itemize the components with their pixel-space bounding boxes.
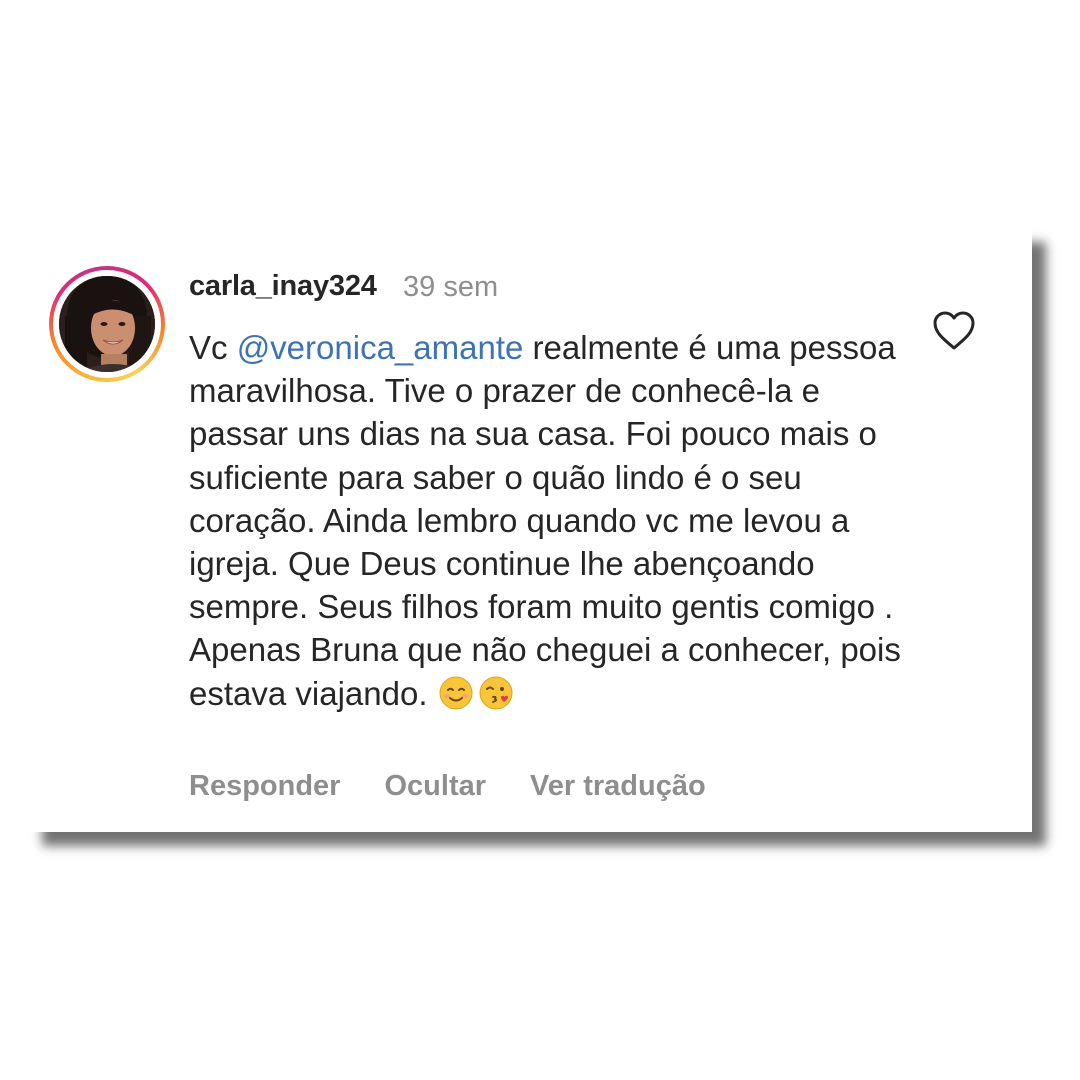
mention-link[interactable]: @veronica_amante (237, 329, 524, 366)
avatar-story-ring[interactable] (49, 266, 165, 382)
comment-text: Vc @veronica_amante realmente é uma pess… (189, 326, 909, 715)
comment-timestamp: 39 sem (403, 271, 499, 303)
heart-outline-icon[interactable] (932, 310, 976, 352)
comment-actions: Responder Ocultar Ver tradução (189, 770, 706, 803)
comment-body: realmente é uma pessoa maravilhosa. Tive… (189, 329, 901, 712)
reply-button[interactable]: Responder (189, 770, 340, 803)
avatar[interactable] (59, 276, 155, 372)
comment-username[interactable]: carla_inay324 (189, 270, 377, 303)
comment-prefix: Vc (189, 329, 237, 366)
see-translation-button[interactable]: Ver tradução (530, 770, 706, 803)
hide-button[interactable]: Ocultar (384, 770, 486, 803)
kissing-face-icon (479, 676, 512, 710)
smiling-face-icon (439, 676, 472, 710)
